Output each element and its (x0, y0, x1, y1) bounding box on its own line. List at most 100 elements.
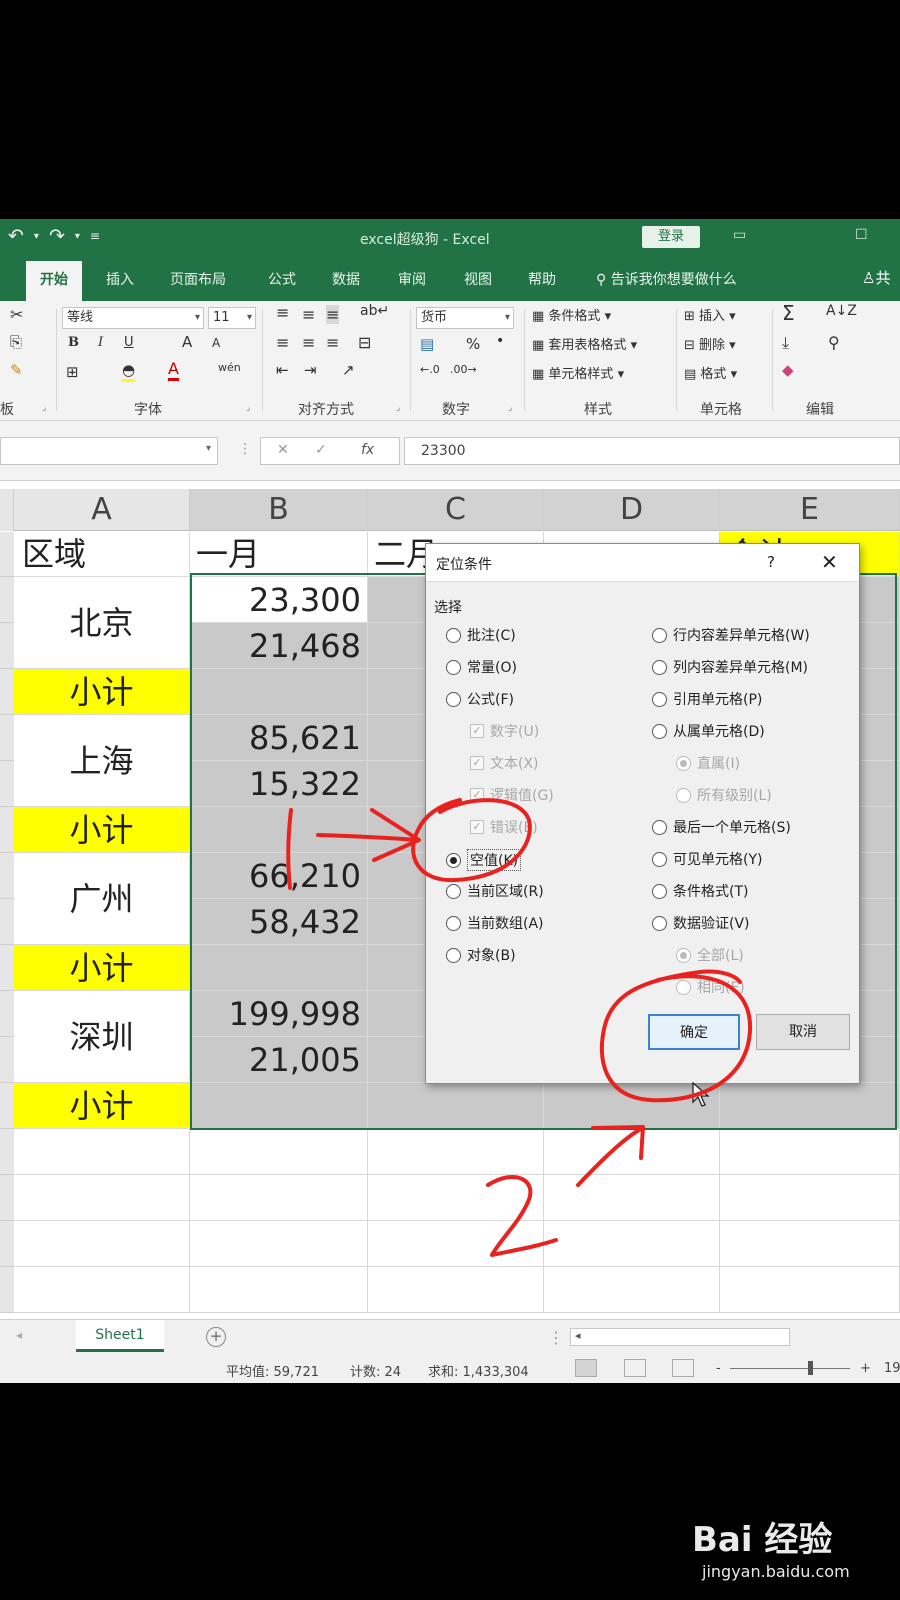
increase-indent-icon[interactable]: ⇥ (304, 361, 317, 379)
row-header[interactable] (0, 761, 14, 807)
zoom-out-button[interactable]: - (716, 1361, 721, 1376)
select-all-corner[interactable] (0, 489, 14, 531)
ok-button[interactable]: 确定 (648, 1014, 740, 1050)
row-header[interactable] (0, 532, 14, 577)
cell-empty[interactable] (544, 1221, 720, 1267)
cell-value[interactable]: 199,998 (190, 991, 368, 1037)
option-current-array[interactable]: 当前数组(A) (446, 913, 544, 933)
login-button[interactable]: 登录 (642, 226, 700, 248)
column-header-e[interactable]: E (720, 489, 900, 531)
row-header[interactable] (0, 1083, 14, 1129)
option-comments[interactable]: 批注(C) (446, 625, 516, 645)
shrink-font-button[interactable]: A (212, 336, 220, 350)
accounting-format-icon[interactable]: ▤ (420, 335, 434, 353)
option-last-cell[interactable]: 最后一个单元格(S) (652, 817, 791, 837)
cancel-entry-icon[interactable]: ✕ (277, 442, 289, 458)
insert-cells-button[interactable]: ⊞ 插入 ▾ (684, 305, 736, 324)
formula-input[interactable]: 23300 (404, 437, 900, 465)
redo-icon[interactable]: ↷ (49, 225, 65, 247)
format-cells-button[interactable]: ▤ 格式 ▾ (684, 363, 737, 382)
row-header[interactable] (0, 715, 14, 761)
cell-subtotal-label[interactable]: 小计 (14, 1083, 190, 1129)
cell-value[interactable]: 66,210 (190, 853, 368, 899)
cell-empty[interactable] (190, 1129, 368, 1175)
cell-empty[interactable] (14, 1175, 190, 1221)
restore-window-icon[interactable]: ☐ (855, 227, 868, 243)
ribbon-display-icon[interactable]: ▭ (733, 227, 746, 243)
cell-empty[interactable] (368, 1175, 544, 1221)
row-header[interactable] (0, 669, 14, 715)
number-launcher-icon[interactable]: ⌟ (508, 403, 512, 413)
cell-empty[interactable] (190, 1267, 368, 1313)
row-header[interactable] (0, 853, 14, 899)
scroll-left-icon[interactable]: ◂ (575, 1329, 581, 1342)
column-header-b[interactable]: B (190, 489, 368, 531)
option-column-differences[interactable]: 列内容差异单元格(M) (652, 657, 808, 677)
merge-center-icon[interactable]: ⊟ (358, 333, 371, 352)
tab-scroll-icon[interactable]: ◂ (16, 1328, 22, 1342)
zoom-slider-track[interactable] (730, 1368, 850, 1369)
option-dependents[interactable]: 从属单元格(D) (652, 721, 765, 741)
alignment-launcher-icon[interactable]: ⌟ (396, 403, 400, 413)
align-middle-icon[interactable]: ≡ (302, 305, 315, 324)
font-launcher-icon[interactable]: ⌟ (246, 403, 250, 413)
number-format-combo[interactable]: 货币 ▾ (416, 307, 514, 329)
cell-header-jan[interactable]: 一月 (190, 532, 368, 577)
sort-filter-icon[interactable]: A↓Z (826, 303, 857, 319)
row-header[interactable] (0, 899, 14, 945)
tab-help[interactable]: 帮助 (528, 269, 556, 289)
cell-empty[interactable] (368, 1267, 544, 1313)
option-precedents[interactable]: 引用单元格(P) (652, 689, 762, 709)
align-center-icon[interactable]: ≡ (302, 333, 315, 352)
cell-subtotal-label[interactable]: 小计 (14, 945, 190, 991)
cell-value[interactable]: 21,468 (190, 623, 368, 669)
cell-empty[interactable] (368, 1221, 544, 1267)
cell-empty[interactable] (544, 1129, 720, 1175)
row-header[interactable] (0, 1175, 14, 1221)
tell-me-search[interactable]: ⚲ 告诉我你想要做什么 (596, 269, 737, 289)
tab-page-layout[interactable]: 页面布局 (170, 269, 226, 289)
sheet-tab-sheet1[interactable]: Sheet1 (76, 1320, 164, 1352)
column-header-d[interactable]: D (544, 489, 720, 531)
normal-view-icon[interactable] (575, 1359, 597, 1377)
cell-value[interactable]: 85,621 (190, 715, 368, 761)
cell-region-name[interactable]: 北京 (14, 577, 190, 669)
cell-empty[interactable] (14, 1267, 190, 1313)
italic-button[interactable]: I (98, 335, 103, 350)
undo-dropdown-icon[interactable]: ▾ (34, 231, 39, 242)
cell-region-name[interactable]: 上海 (14, 715, 190, 807)
help-icon[interactable]: ? (767, 553, 775, 571)
tab-home[interactable]: 开始 (26, 261, 82, 301)
font-name-combo[interactable]: 等线 ▾ (62, 307, 204, 329)
cell-value[interactable]: 15,322 (190, 761, 368, 807)
option-constants[interactable]: 常量(O) (446, 657, 517, 677)
decrease-indent-icon[interactable]: ⇤ (276, 361, 289, 379)
underline-button[interactable]: U (124, 335, 134, 350)
cell-empty[interactable] (544, 1267, 720, 1313)
cell-blank-subtotal[interactable] (368, 1083, 544, 1129)
cell-empty[interactable] (14, 1221, 190, 1267)
row-header[interactable] (0, 1129, 14, 1175)
format-as-table-button[interactable]: ▦ 套用表格格式 ▾ (532, 334, 637, 353)
page-break-view-icon[interactable] (672, 1359, 694, 1377)
cell-empty[interactable] (368, 1129, 544, 1175)
copy-icon[interactable]: ⎘ (10, 333, 22, 351)
increase-decimal-icon[interactable]: ←.0 (420, 363, 440, 376)
cell-empty[interactable] (544, 1175, 720, 1221)
phonetic-button[interactable]: wén (218, 361, 241, 374)
cell-region-name[interactable]: 广州 (14, 853, 190, 945)
delete-cells-button[interactable]: ⊟ 删除 ▾ (684, 334, 736, 353)
row-header[interactable] (0, 945, 14, 991)
cell-empty[interactable] (190, 1175, 368, 1221)
fill-color-icon[interactable]: ◓ (122, 361, 136, 382)
horizontal-scrollbar[interactable]: ◂ (570, 1328, 790, 1346)
cell-styles-button[interactable]: ▦ 单元格样式 ▾ (532, 363, 624, 382)
cell-empty[interactable] (720, 1267, 900, 1313)
row-header[interactable] (0, 623, 14, 669)
clipboard-launcher-icon[interactable]: ⌟ (42, 403, 46, 413)
cell-blank-subtotal[interactable] (190, 1083, 368, 1129)
row-header[interactable] (0, 577, 14, 623)
add-sheet-icon[interactable]: + (206, 1327, 226, 1347)
zoom-level[interactable]: 19 (884, 1361, 900, 1376)
border-icon[interactable]: ⊞ (66, 363, 79, 381)
